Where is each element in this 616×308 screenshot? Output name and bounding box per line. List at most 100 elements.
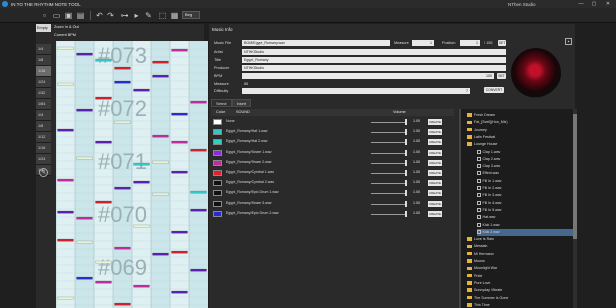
tree-file[interactable]: Effect.wav [477,170,575,177]
snap-item[interactable]: 1/32 [36,88,51,99]
artist-field[interactable]: NTHKStudio [242,49,506,55]
note-chart[interactable]: #073 #072 #071 #070 #069 [56,41,208,308]
volume-slider[interactable] [371,213,407,215]
tree-folder[interactable]: The Summer Is Gone [467,295,567,302]
volume-slider-handle[interactable] [405,129,407,136]
sound-color-swatch[interactable] [213,200,222,207]
sound-row[interactable]: Egypt_Romany/Snare 3.wav 1.00 CREATE [213,200,453,209]
chart-note[interactable] [76,156,93,160]
snap-select[interactable]: Beg [182,11,200,19]
chart-note[interactable] [152,74,169,78]
chart-note[interactable] [76,52,93,56]
convert-button[interactable]: CONVERT [484,87,504,93]
open-folder-icon[interactable]: ▭ [52,11,61,20]
chart-note[interactable] [95,140,112,144]
chart-note[interactable] [190,190,207,194]
tree-file[interactable]: Clap 2.wav [477,156,575,163]
tree-file[interactable]: Fill In 2.wav [477,185,575,192]
chart-note[interactable] [190,208,207,212]
chart-note[interactable] [95,200,112,204]
sound-color-swatch[interactable] [213,119,222,125]
music-file-field[interactable]: BGM/Egypt_Romany.wav [242,40,390,46]
sound-row[interactable]: None 1.00 CREATE [213,118,453,127]
create-button[interactable]: CREATE [428,159,442,166]
create-button[interactable]: CREATE [428,180,442,187]
volume-slider[interactable] [371,142,407,144]
tree-folder[interactable]: Journey [467,127,567,134]
chart-note[interactable] [114,246,131,250]
volume-slider[interactable] [371,193,407,195]
snap-item[interactable]: 1/24 [36,154,51,165]
chart-note[interactable] [133,180,150,184]
pen-icon[interactable]: ✎ [144,11,153,20]
chart-note[interactable] [114,80,131,84]
tree-file[interactable]: Kick 1.wav [477,222,575,229]
sound-row[interactable]: Egypt_Romany/Snare 2.wav 1.00 CREATE [213,159,453,168]
sound-row[interactable]: Egypt_Romany/Hat 2.wav 1.00 CREATE [213,138,453,147]
tree-folder[interactable]: Mi Hermano [467,251,567,258]
volume-slider-handle[interactable] [405,210,407,217]
volume-slider[interactable] [371,183,407,185]
volume-slider[interactable] [371,132,407,134]
sound-color-swatch[interactable] [213,149,222,156]
snap-item[interactable]: 1/64 [36,99,51,110]
sound-row[interactable]: Egypt_Romany/Hat 1.wav 1.00 CREATE [213,128,453,137]
undo-icon[interactable]: ↶ [95,11,104,20]
tree-folder[interactable]: Latin Festival [467,134,567,141]
volume-slider[interactable] [371,162,407,164]
tree-file[interactable]: Clap 3.wav [477,163,575,170]
chart-note[interactable] [171,290,188,294]
volume-slider-handle[interactable] [405,190,407,197]
sound-color-swatch[interactable] [213,129,222,136]
volume-slider-handle[interactable] [405,139,407,146]
maximize-button[interactable]: ▢ [589,0,599,8]
key-icon[interactable]: ⊶ [120,11,129,20]
create-button[interactable]: CREATE [428,170,442,176]
tree-folder[interactable]: This Time [467,302,567,308]
chart-note[interactable] [76,216,93,220]
title-field[interactable]: Egypt_Romany [242,57,506,63]
chart-note[interactable] [152,160,169,164]
volume-slider-handle[interactable] [405,159,407,166]
snap-icon[interactable]: ▦ [170,11,179,20]
chart-note[interactable] [190,100,207,104]
snap-item[interactable]: 1/16 [36,66,51,77]
bpm-field[interactable]: 100 [242,73,494,79]
tree-folder[interactable]: Fat_[Sveil](Hon_Mix) [467,119,567,126]
difficulty-field[interactable]: 7 [242,88,470,94]
new-file-icon[interactable]: ▫ [40,11,49,20]
snap-item[interactable]: 1/4 [36,44,51,55]
tree-scrollbar[interactable] [573,109,577,308]
chart-note[interactable] [95,58,112,62]
tab-select[interactable]: Select [211,99,232,107]
sound-color-swatch[interactable] [213,139,222,146]
chart-note[interactable] [171,230,188,234]
create-button[interactable]: CREATE [428,190,442,197]
snap-item[interactable]: 1/16 [36,143,51,154]
volume-slider[interactable] [371,122,407,123]
snap-item[interactable]: 1/4 [36,110,51,121]
tree-folder[interactable]: Lounge House [467,141,567,148]
chart-note[interactable] [57,46,74,50]
sound-row[interactable]: Egypt_Romany/Cymbal 1.wav 1.00 CREATE [213,169,453,178]
redo-icon[interactable]: ↷ [106,11,115,20]
create-button[interactable]: CREATE [428,139,442,146]
chart-note[interactable] [171,48,188,52]
chart-note[interactable] [76,240,93,244]
chart-note[interactable] [57,128,74,132]
sound-row[interactable]: Egypt_Romany/Snare 1.wav 1.00 CREATE [213,149,453,158]
tree-folder[interactable]: Sunnyday Vibrate [467,287,567,294]
tree-folder[interactable]: Messiah [467,243,567,250]
edit-icon[interactable]: ✎ [39,168,48,177]
chart-note[interactable] [114,66,131,70]
chart-note[interactable] [57,210,74,214]
tree-scrollbar-thumb[interactable] [573,114,577,239]
tree-folder[interactable]: Pure Love [467,280,567,287]
chart-note[interactable] [133,88,150,92]
sound-color-swatch[interactable] [213,180,222,187]
save-icon[interactable]: ▣ [64,11,73,20]
snap-item[interactable]: 1/8 [36,121,51,132]
tree-file[interactable]: Fill In 4.wav [477,200,575,207]
tree-file[interactable]: Clap 1.wav [477,149,575,156]
set-bpm-button[interactable]: SET [497,73,506,79]
